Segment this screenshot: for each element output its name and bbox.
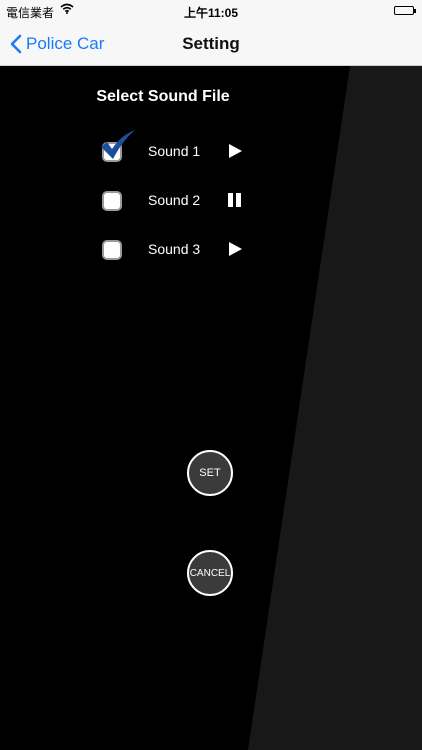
sound-1-play-icon[interactable] [226,142,244,160]
sound-option-2[interactable]: Sound 2 [0,181,326,221]
sound-3-play-icon[interactable] [226,240,244,258]
status-bar: 電信業者 上午11:05 [0,0,422,22]
page-title: Setting [182,34,240,53]
sound-3-label: Sound 3 [148,241,201,257]
sound-option-1[interactable]: Sound 1 [0,130,326,172]
sound-2-checkbox[interactable] [102,191,122,211]
battery-icon [394,6,416,15]
status-time: 上午11:05 [183,6,239,20]
navigation-bar: Police Car Setting [0,22,422,66]
sound-3-checkbox[interactable] [102,240,122,260]
cancel-button[interactable]: CANCEL [187,550,233,596]
sound-1-label: Sound 1 [148,143,201,159]
checkmark-icon [98,128,136,167]
sound-2-label: Sound 2 [148,192,201,208]
sound-option-3[interactable]: Sound 3 [0,230,326,270]
set-button[interactable]: SET [187,450,233,496]
settings-panel: Select Sound File Sound 1 Sound 2 Sound … [0,66,422,750]
sound-2-pause-icon[interactable] [226,191,244,209]
section-title: Select Sound File [96,88,230,105]
